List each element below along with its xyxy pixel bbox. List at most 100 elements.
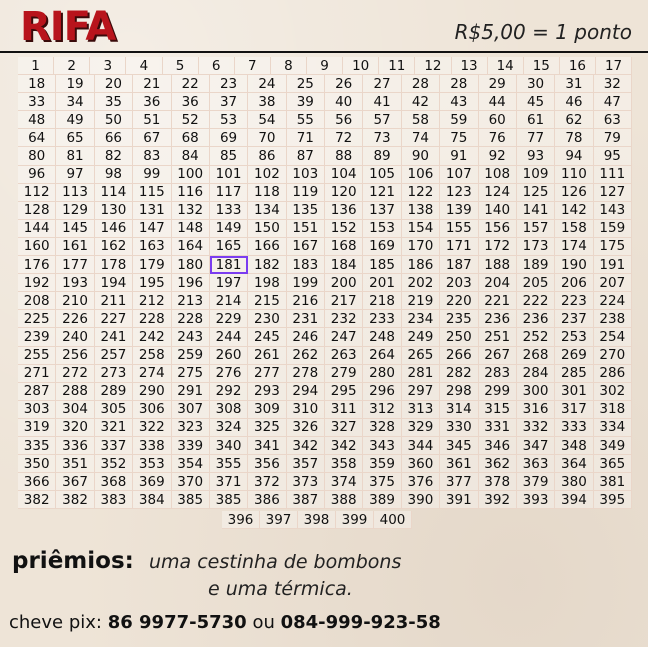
number-cell[interactable]: 388 xyxy=(325,491,364,510)
number-cell[interactable]: 290 xyxy=(133,382,172,401)
number-cell[interactable]: 118 xyxy=(248,183,287,202)
number-cell[interactable]: 103 xyxy=(286,165,325,184)
number-cell[interactable]: 14 xyxy=(487,57,524,76)
number-cell[interactable]: 116 xyxy=(171,183,210,202)
number-cell[interactable]: 255 xyxy=(18,346,57,365)
number-cell[interactable]: 330 xyxy=(440,418,479,437)
number-cell[interactable]: 131 xyxy=(133,201,172,220)
number-cell[interactable]: 38 xyxy=(248,93,287,112)
number-cell[interactable]: 339 xyxy=(171,436,210,456)
number-cell[interactable]: 26 xyxy=(325,75,364,94)
number-cell[interactable]: 83 xyxy=(133,147,172,166)
number-cell[interactable]: 273 xyxy=(94,364,134,383)
number-cell[interactable]: 189 xyxy=(516,256,556,275)
number-cell[interactable]: 261 xyxy=(248,346,287,365)
number-cell[interactable]: 328 xyxy=(363,418,402,437)
number-cell[interactable]: 208 xyxy=(18,292,57,311)
number-cell[interactable]: 184 xyxy=(325,256,364,275)
number-cell[interactable]: 92 xyxy=(478,147,517,166)
number-cell[interactable]: 240 xyxy=(56,328,95,347)
number-cell[interactable]: 375 xyxy=(363,473,402,492)
number-cell[interactable]: 180 xyxy=(171,256,210,275)
number-cell[interactable]: 302 xyxy=(593,382,632,401)
number-cell[interactable]: 371 xyxy=(209,473,249,492)
number-cell[interactable]: 353 xyxy=(133,455,172,474)
number-cell[interactable]: 289 xyxy=(94,382,134,401)
number-cell[interactable]: 326 xyxy=(286,418,325,437)
number-cell[interactable]: 100 xyxy=(171,165,210,184)
number-cell[interactable]: 182 xyxy=(248,256,287,275)
number-cell[interactable]: 369 xyxy=(133,473,172,492)
number-cell[interactable]: 70 xyxy=(248,129,287,148)
number-cell[interactable]: 196 xyxy=(171,274,210,293)
number-cell[interactable]: 79 xyxy=(593,129,632,148)
number-cell[interactable]: 210 xyxy=(56,292,95,311)
number-cell[interactable]: 254 xyxy=(593,328,632,347)
number-cell[interactable]: 167 xyxy=(286,237,325,257)
number-cell[interactable]: 141 xyxy=(516,201,556,220)
number-cell[interactable]: 271 xyxy=(18,364,57,383)
number-cell[interactable]: 36 xyxy=(133,93,172,112)
number-cell[interactable]: 135 xyxy=(286,201,325,220)
number-cell[interactable]: 121 xyxy=(363,183,402,202)
number-cell[interactable]: 298 xyxy=(440,382,479,401)
number-cell[interactable]: 276 xyxy=(209,364,249,383)
number-cell[interactable]: 10 xyxy=(343,57,380,76)
number-cell[interactable]: 274 xyxy=(133,364,172,383)
number-cell[interactable]: 346 xyxy=(478,436,517,456)
number-cell[interactable]: 250 xyxy=(440,328,479,347)
number-cell[interactable]: 130 xyxy=(94,201,134,220)
number-cell[interactable]: 63 xyxy=(593,111,632,130)
number-cell[interactable]: 263 xyxy=(325,346,364,365)
number-cell[interactable]: 204 xyxy=(478,274,517,293)
number-cell[interactable]: 278 xyxy=(286,364,325,383)
number-cell[interactable]: 352 xyxy=(94,455,134,474)
number-cell[interactable]: 146 xyxy=(94,219,134,238)
number-cell[interactable]: 102 xyxy=(248,165,287,184)
number-cell[interactable]: 284 xyxy=(516,364,556,383)
number-cell[interactable]: 133 xyxy=(209,201,249,220)
number-cell[interactable]: 177 xyxy=(56,256,95,275)
number-cell[interactable]: 253 xyxy=(555,328,594,347)
number-cell[interactable]: 362 xyxy=(478,455,517,474)
number-cell[interactable]: 109 xyxy=(516,165,556,184)
number-cell[interactable]: 323 xyxy=(171,418,210,437)
number-cell[interactable]: 34 xyxy=(56,93,95,112)
number-cell[interactable]: 399 xyxy=(336,511,374,529)
number-cell[interactable]: 264 xyxy=(363,346,402,365)
number-cell[interactable]: 49 xyxy=(56,111,95,130)
number-cell[interactable]: 283 xyxy=(478,364,517,383)
number-cell[interactable]: 242 xyxy=(133,328,172,347)
number-cell[interactable]: 335 xyxy=(18,436,57,456)
number-cell[interactable]: 333 xyxy=(555,418,594,437)
number-cell[interactable]: 270 xyxy=(593,346,632,365)
number-cell[interactable]: 320 xyxy=(56,418,95,437)
number-cell[interactable]: 378 xyxy=(478,473,517,492)
number-cell[interactable]: 40 xyxy=(325,93,364,112)
number-cell[interactable]: 127 xyxy=(593,183,632,202)
number-cell[interactable]: 236 xyxy=(478,310,517,329)
number-cell[interactable]: 140 xyxy=(478,201,517,220)
number-cell[interactable]: 356 xyxy=(248,455,287,474)
number-cell[interactable]: 47 xyxy=(593,93,632,112)
number-cell[interactable]: 75 xyxy=(440,129,479,148)
number-cell[interactable]: 185 xyxy=(363,256,402,275)
number-cell[interactable]: 98 xyxy=(94,165,134,184)
number-cell[interactable]: 392 xyxy=(478,491,517,510)
number-cell[interactable]: 117 xyxy=(209,183,249,202)
number-cell[interactable]: 21 xyxy=(133,75,172,94)
number-cell[interactable]: 85 xyxy=(209,147,249,166)
number-cell[interactable]: 347 xyxy=(516,436,556,456)
number-cell[interactable]: 9 xyxy=(307,57,344,76)
number-cell[interactable]: 361 xyxy=(440,455,479,474)
number-cell[interactable]: 93 xyxy=(516,147,556,166)
number-cell[interactable]: 142 xyxy=(555,201,594,220)
number-cell[interactable]: 393 xyxy=(516,491,556,510)
number-cell[interactable]: 280 xyxy=(363,364,402,383)
number-cell[interactable]: 72 xyxy=(325,129,364,148)
number-cell[interactable]: 107 xyxy=(440,165,479,184)
number-cell[interactable]: 203 xyxy=(440,274,479,293)
number-cell[interactable]: 382 xyxy=(18,491,57,510)
number-cell[interactable]: 206 xyxy=(555,274,594,293)
number-cell[interactable]: 400 xyxy=(374,511,412,529)
